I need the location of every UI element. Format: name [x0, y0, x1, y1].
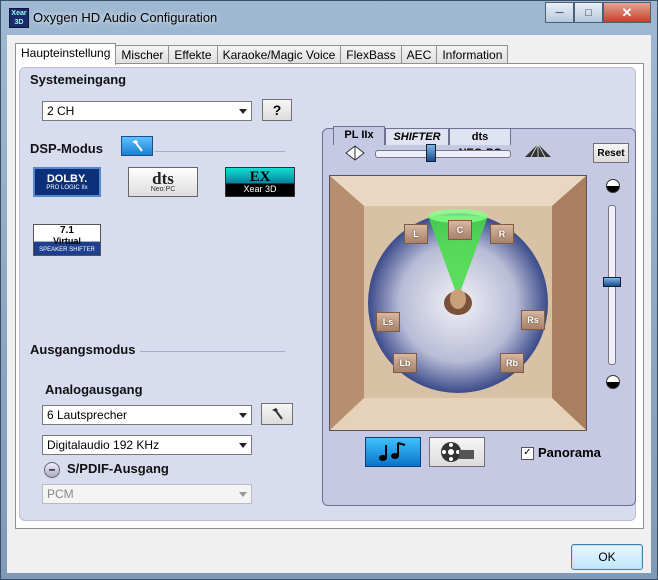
dsp-divider — [155, 151, 285, 152]
speaker-left-surround[interactable]: Ls — [376, 312, 400, 332]
tab-karaoke[interactable]: Karaoke/Magic Voice — [216, 45, 342, 64]
bottom-position-icon — [606, 375, 620, 389]
speaker-room-view[interactable]: C L R Ls Rs Lb Rb — [329, 175, 587, 431]
spdif-title: S/PDIF-Ausgang — [67, 461, 169, 476]
app-window: Xear 3D Oxygen HD Audio Configuration ─ … — [0, 0, 658, 580]
tab-aec[interactable]: AEC — [400, 45, 438, 64]
tab-effekte[interactable]: Effekte — [168, 45, 218, 64]
checkmark-icon: ✓ — [523, 447, 532, 458]
dsp-settings-button[interactable] — [121, 136, 153, 156]
hammer-icon — [272, 408, 283, 420]
help-button[interactable]: ? — [262, 99, 292, 121]
surround-panel: PL IIx SHIFTER dts NEO:PC Reset — [322, 126, 636, 506]
maximize-button[interactable]: □ — [574, 2, 603, 23]
panorama-checkbox[interactable]: ✓ — [521, 447, 534, 460]
tab-panel: Systemeingang 2 CH ? DSP-Modus DOLBY. PR… — [15, 63, 644, 529]
analog-settings-button[interactable] — [261, 403, 293, 425]
virtual-sub-text: SPEAKER SHIFTER — [39, 247, 95, 253]
close-button[interactable]: ✕ — [603, 2, 651, 23]
narrow-stage-icon — [345, 145, 365, 161]
music-notes-icon — [379, 442, 406, 461]
panorama-label: Panorama — [538, 445, 601, 460]
ex-sub-text: Xear 3D — [243, 184, 277, 194]
chevron-down-icon — [239, 492, 247, 497]
minimize-icon: ─ — [555, 6, 564, 19]
dsp-modus-title: DSP-Modus — [30, 141, 103, 156]
tab-haupteinstellung[interactable]: Haupteinstellung — [15, 43, 117, 65]
tab-information[interactable]: Information — [436, 45, 509, 64]
dts-sub-text: Neo:PC — [150, 186, 176, 193]
speaker-right-back[interactable]: Rb — [500, 353, 524, 373]
maximize-icon: □ — [585, 6, 592, 19]
virtual-speaker-shifter-button[interactable]: 7.1 Virtual SPEAKER SHIFTER — [33, 224, 101, 256]
speaker-left-back[interactable]: Lb — [393, 353, 417, 373]
virtual-top-text: 7.1 — [60, 225, 74, 236]
chevron-down-icon — [239, 109, 247, 114]
close-icon: ✕ — [621, 4, 633, 20]
stage-width-slider-thumb[interactable] — [425, 144, 436, 162]
hammer-icon — [132, 140, 143, 152]
film-reel-icon — [441, 442, 474, 462]
tab-mischer[interactable]: Mischer — [115, 45, 170, 64]
spdif-collapse-button[interactable]: – — [44, 462, 60, 478]
analogausgang-title: Analogausgang — [45, 382, 143, 397]
analog-output-dropdown[interactable]: 6 Lautsprecher — [42, 405, 252, 425]
client-area: Haupteinstellung Mischer Effekte Karaoke… — [7, 35, 651, 573]
window-title: Oxygen HD Audio Configuration — [33, 10, 218, 25]
minus-icon: – — [48, 462, 56, 476]
title-bar[interactable]: Xear 3D Oxygen HD Audio Configuration ─ … — [1, 1, 657, 35]
digital-audio-value: Digitalaudio 192 KHz — [47, 438, 160, 452]
ok-button[interactable]: OK — [571, 544, 643, 570]
dts-logo-text: dts — [152, 169, 174, 188]
minimize-button[interactable]: ─ — [545, 2, 574, 23]
tab-flexbass[interactable]: FlexBass — [340, 45, 402, 64]
subtab-dts-neopc[interactable]: dts NEO:PC — [449, 128, 511, 159]
listener-distance-slider-thumb[interactable] — [603, 277, 621, 288]
reset-button[interactable]: Reset — [593, 143, 629, 163]
top-position-icon — [606, 179, 620, 193]
wide-stage-icon — [525, 143, 551, 158]
systemeingang-dropdown[interactable]: 2 CH — [42, 101, 252, 121]
listener-distance-slider[interactable] — [603, 205, 621, 365]
dts-neopc-button[interactable]: dts Neo:PC — [128, 167, 198, 197]
dolby-logo-text: DOLBY. — [46, 173, 88, 185]
digital-audio-dropdown[interactable]: Digitalaudio 192 KHz — [42, 435, 252, 455]
systemeingang-value: 2 CH — [47, 104, 75, 118]
subtab-shifter[interactable]: SHIFTER — [385, 128, 449, 145]
spdif-value: PCM — [47, 487, 74, 501]
systemeingang-title: Systemeingang — [30, 72, 127, 87]
room-background — [330, 176, 586, 430]
ausgang-divider — [140, 351, 285, 352]
speaker-center[interactable]: C — [448, 220, 472, 240]
dolby-sub-text: PRO LOGIC IIx — [46, 185, 88, 191]
chevron-down-icon — [239, 413, 247, 418]
settings-panel: Systemeingang 2 CH ? DSP-Modus DOLBY. PR… — [19, 67, 636, 521]
stage-width-slider[interactable] — [375, 144, 511, 162]
ex-xear3d-button[interactable]: EX Xear 3D — [225, 167, 295, 197]
music-mode-button[interactable] — [365, 437, 421, 467]
speaker-left[interactable]: L — [404, 224, 428, 244]
main-tabs: Haupteinstellung Mischer Effekte Karaoke… — [15, 43, 509, 65]
ausgangsmodus-title: Ausgangsmodus — [30, 342, 136, 357]
speaker-right-surround[interactable]: Rs — [521, 310, 545, 330]
speaker-right[interactable]: R — [490, 224, 514, 244]
dolby-prologic-button[interactable]: DOLBY. PRO LOGIC IIx — [33, 167, 101, 197]
virtual-mid-text: Virtual — [53, 236, 81, 246]
movie-mode-button[interactable] — [429, 437, 485, 467]
spdif-dropdown[interactable]: PCM — [42, 484, 252, 504]
chevron-down-icon — [239, 443, 247, 448]
xear-app-icon: Xear 3D — [9, 8, 29, 28]
ex-logo-text: EX — [249, 169, 271, 185]
subtab-pl2x[interactable]: PL IIx — [333, 126, 385, 145]
analog-output-value: 6 Lautsprecher — [47, 408, 128, 422]
